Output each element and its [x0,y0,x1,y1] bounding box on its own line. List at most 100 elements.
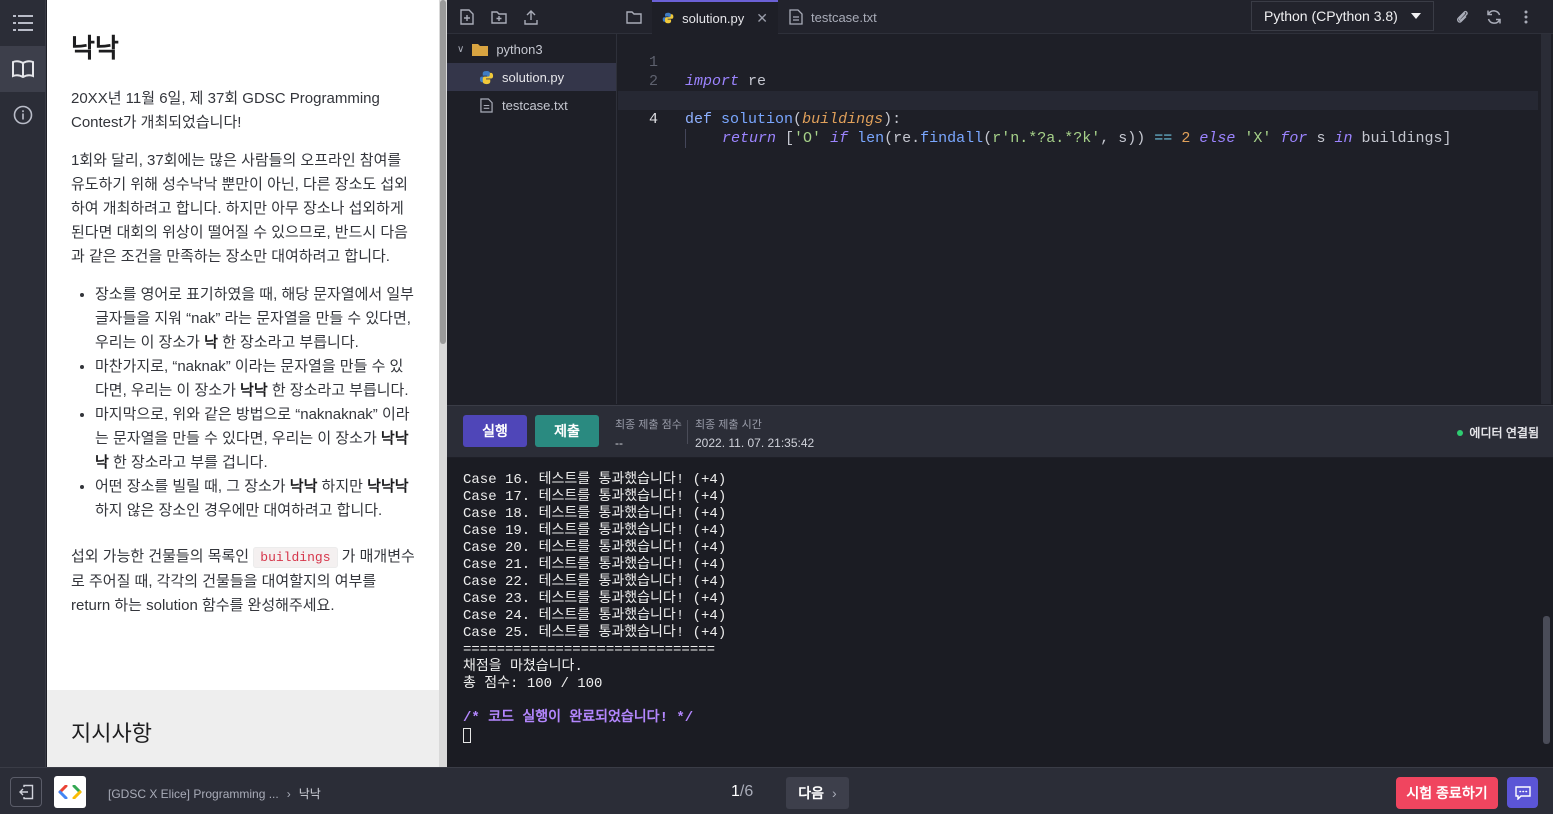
console-line: Case 17. 테스트를 통과했습니다! (+4) [463,489,727,505]
inline-code-buildings: buildings [253,547,338,568]
exam-app: 낙낙 20XX년 11월 6일, 제 37회 GDSC Programming … [0,0,1553,814]
info-icon[interactable] [0,92,46,138]
bottom-bar: [GDSC X Elice] Programming ... › 낙낙 1/6 … [0,767,1553,814]
python-icon [479,70,494,84]
tab-solution-py[interactable]: solution.py ✕ [652,0,778,34]
code-line-1: 1 import re [618,34,1538,90]
line-number: 4 [648,111,658,128]
console-done-message: /* 코드 실행이 완료되었습니다! */ [463,710,694,726]
problem-task: 섭외 가능한 건물들의 목록인 buildings 가 매개변수로 주어질 때,… [71,547,415,614]
problem-panel: 낙낙 20XX년 11월 6일, 제 37회 GDSC Programming … [47,0,439,767]
console-line: Case 24. 테스트를 통과했습니다! (+4) [463,608,727,624]
close-icon[interactable]: ✕ [756,10,768,27]
breadcrumb-course[interactable]: [GDSC X Elice] Programming ... [108,787,279,801]
folder-icon[interactable] [625,8,643,26]
tree-file-testcase-txt[interactable]: testcase.txt [447,91,616,119]
refresh-icon[interactable] [1485,8,1503,26]
instructions-section: 지시사항 [47,690,439,767]
editor-topbar: solution.py ✕ testcase.txt Python (CPyth… [447,0,1553,34]
code-line-2: 2 [618,53,1538,90]
chevron-right-icon: › [832,785,837,801]
code-line-4: 4 return ['O' if len(re.findall(r'n.*?a.… [618,91,1538,148]
console-line: Case 20. 테스트를 통과했습니다! (+4) [463,540,727,556]
console-scrollbar[interactable] [1543,616,1550,744]
breadcrumb-separator: › [286,786,291,801]
run-button[interactable]: 실행 [463,415,527,447]
console-input-line[interactable] [463,727,1537,744]
problem-title: 낙낙 [71,33,119,63]
console-line: 채점을 마쳤습니다. [463,659,583,675]
breadcrumb: [GDSC X Elice] Programming ... › 낙낙 [108,785,321,802]
final-submit-time: 최종 제출 시간 2022. 11. 07. 21:35:42 [695,416,814,450]
logout-icon [19,784,34,800]
condition-item: 마찬가지로, “naknak” 이라는 문자열을 만들 수 있다면, 우리는 이… [95,355,415,403]
problem-scrollbar-thumb[interactable] [440,0,446,344]
new-folder-icon[interactable] [490,8,508,26]
tree-file-solution-py[interactable]: solution.py [447,63,616,91]
console-line: Case 22. 테스트를 통과했습니다! (+4) [463,574,727,590]
end-exam-button[interactable]: 시험 종료하기 [1396,777,1498,809]
condition-item: 마지막으로, 위와 같은 방법으로 “naknaknak” 이라는 문자열을 만… [95,403,415,475]
breadcrumb-current: 낙낙 [298,787,321,801]
language-value: Python (CPython 3.8) [1264,8,1398,24]
left-rail [0,0,46,767]
tab-testcase-txt[interactable]: testcase.txt [779,0,905,34]
tab-label: testcase.txt [811,9,877,25]
console-line: 총 점수: 100 / 100 [463,676,603,692]
connection-status: 에디터 연결됨 [1457,424,1539,441]
final-submit-time-value: 2022. 11. 07. 21:35:42 [695,436,815,450]
console-line: Case 21. 테스트를 통과했습니다! (+4) [463,557,727,573]
submit-button[interactable]: 제출 [535,415,599,447]
run-bar: 실행 제출 최종 제출 점수 -- 최종 제출 시간 2022. 11. 07.… [447,405,1553,457]
connection-status-label: 에디터 연결됨 [1469,426,1539,440]
divider [687,420,688,444]
problem-intro: 20XX년 11월 6일, 제 37회 GDSC Programming Con… [71,90,380,131]
page-indicator: 1/6 [731,783,753,801]
language-select[interactable]: Python (CPython 3.8) [1251,1,1434,31]
text-cursor [463,728,471,743]
book-icon[interactable] [0,46,46,92]
python-icon [662,12,674,24]
next-button[interactable]: 다음 › [786,777,849,809]
final-score: 최종 제출 점수 -- [615,416,682,450]
list-icon[interactable] [0,0,46,46]
tree-folder-label: python3 [496,41,543,57]
page-total: /6 [739,783,754,800]
code-scrollbar[interactable] [1541,34,1551,404]
chat-icon [1514,785,1531,800]
upload-icon[interactable] [522,8,540,26]
problem-description: 1회와 달리, 37회에는 많은 사람들의 오프라인 참여를 유도하기 위해 성… [71,152,408,265]
gdsc-logo [54,776,86,808]
tab-label: solution.py [682,10,745,26]
status-dot-icon [1457,429,1464,436]
problem-scrollbar[interactable] [439,0,447,767]
condition-item: 장소를 영어로 표기하였을 때, 해당 문자열에서 일부 글자들을 지워 “na… [95,283,415,355]
code-line-3: 3 def solution(buildings): [618,72,1538,128]
code-editor[interactable]: 1 import re 2 3 def solution(buildings):… [618,34,1553,404]
more-vertical-icon[interactable] [1517,8,1535,26]
output-console[interactable]: Case 16. 테스트를 통과했습니다! (+4) Case 17. 테스트를… [447,458,1553,767]
final-score-value: -- [615,436,623,450]
console-blank [463,693,1537,710]
condition-list: 장소를 영어로 표기하였을 때, 해당 문자열에서 일부 글자들을 지워 “na… [95,283,415,523]
condition-item: 어떤 장소를 빌릴 때, 그 장소가 낙낙 하지만 낙낙낙 하지 않은 장소인 … [95,475,415,523]
paperclip-icon[interactable] [1453,8,1471,26]
editor-area: solution.py ✕ testcase.txt Python (CPyth… [447,0,1553,767]
text-file-icon [789,9,803,25]
caret-down-icon [1411,13,1421,19]
console-line: Case 25. 테스트를 통과했습니다! (+4) [463,625,727,641]
new-file-icon[interactable] [458,8,476,26]
console-line: Case 16. 테스트를 통과했습니다! (+4) [463,472,727,488]
chat-button[interactable] [1507,777,1538,808]
chevron-down-icon: ∨ [457,43,465,55]
folder-icon [472,43,489,56]
tree-file-label: solution.py [502,69,565,85]
console-line: ============================== [463,642,716,658]
exit-button[interactable] [10,777,42,807]
next-label: 다음 [798,785,825,801]
console-line: Case 18. 테스트를 통과했습니다! (+4) [463,506,727,522]
console-line: Case 23. 테스트를 통과했습니다! (+4) [463,591,727,607]
instructions-title: 지시사항 [71,721,152,746]
tree-folder-python3[interactable]: ∨ python3 [447,35,616,63]
page-current: 1 [731,783,740,800]
